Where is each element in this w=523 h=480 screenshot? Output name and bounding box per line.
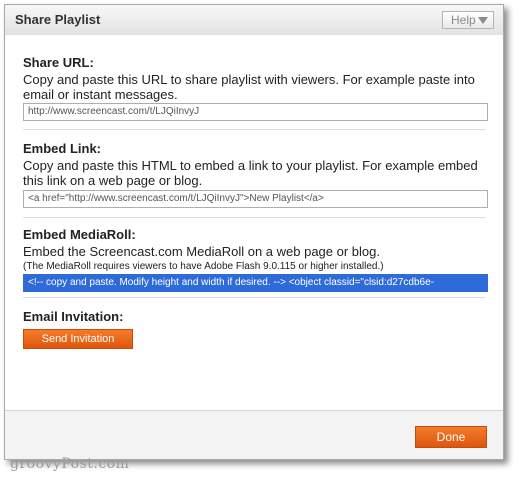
- embed-mediaroll-section: Embed MediaRoll: Embed the Screencast.co…: [23, 227, 488, 292]
- share-url-section: Share URL: Copy and paste this URL to sh…: [23, 55, 488, 121]
- done-button[interactable]: Done: [415, 426, 487, 448]
- help-label: Help: [451, 13, 476, 27]
- embed-mediaroll-note: (The MediaRoll requires viewers to have …: [23, 261, 384, 272]
- email-invitation-label: Email Invitation:: [23, 309, 124, 324]
- dialog-content: Share URL: Copy and paste this URL to sh…: [5, 35, 503, 411]
- help-button[interactable]: Help: [442, 11, 494, 29]
- email-invitation-section: Email Invitation: Send Invitation: [23, 309, 485, 349]
- embed-link-description: Copy and paste this HTML to embed a link…: [23, 158, 478, 188]
- chevron-down-icon: [478, 17, 488, 24]
- watermark: groovyPost.com: [10, 456, 130, 472]
- dialog-footer: Done: [5, 410, 503, 459]
- embed-link-label: Embed Link:: [23, 141, 102, 156]
- send-invitation-button[interactable]: Send Invitation: [23, 329, 133, 349]
- share-url-description: Copy and paste this URL to share playlis…: [23, 72, 475, 102]
- divider: [23, 129, 485, 130]
- dialog-title: Share Playlist: [15, 12, 101, 27]
- embed-mediaroll-field[interactable]: <!-- copy and paste. Modify height and w…: [23, 274, 488, 292]
- embed-link-section: Embed Link: Copy and paste this HTML to …: [23, 141, 488, 208]
- dialog-titlebar: Share Playlist Help: [5, 5, 503, 36]
- share-url-label: Share URL:: [23, 55, 94, 70]
- embed-link-field[interactable]: <a href="http://www.screencast.com/t/LJQ…: [23, 190, 488, 208]
- share-playlist-dialog: Share Playlist Help Share URL: Copy and …: [4, 4, 504, 460]
- divider: [23, 217, 485, 218]
- divider: [23, 297, 485, 298]
- embed-mediaroll-label: Embed MediaRoll:: [23, 227, 136, 242]
- share-url-field[interactable]: http://www.screencast.com/t/LJQiInvyJ: [23, 103, 488, 121]
- embed-mediaroll-description: Embed the Screencast.com MediaRoll on a …: [23, 244, 380, 259]
